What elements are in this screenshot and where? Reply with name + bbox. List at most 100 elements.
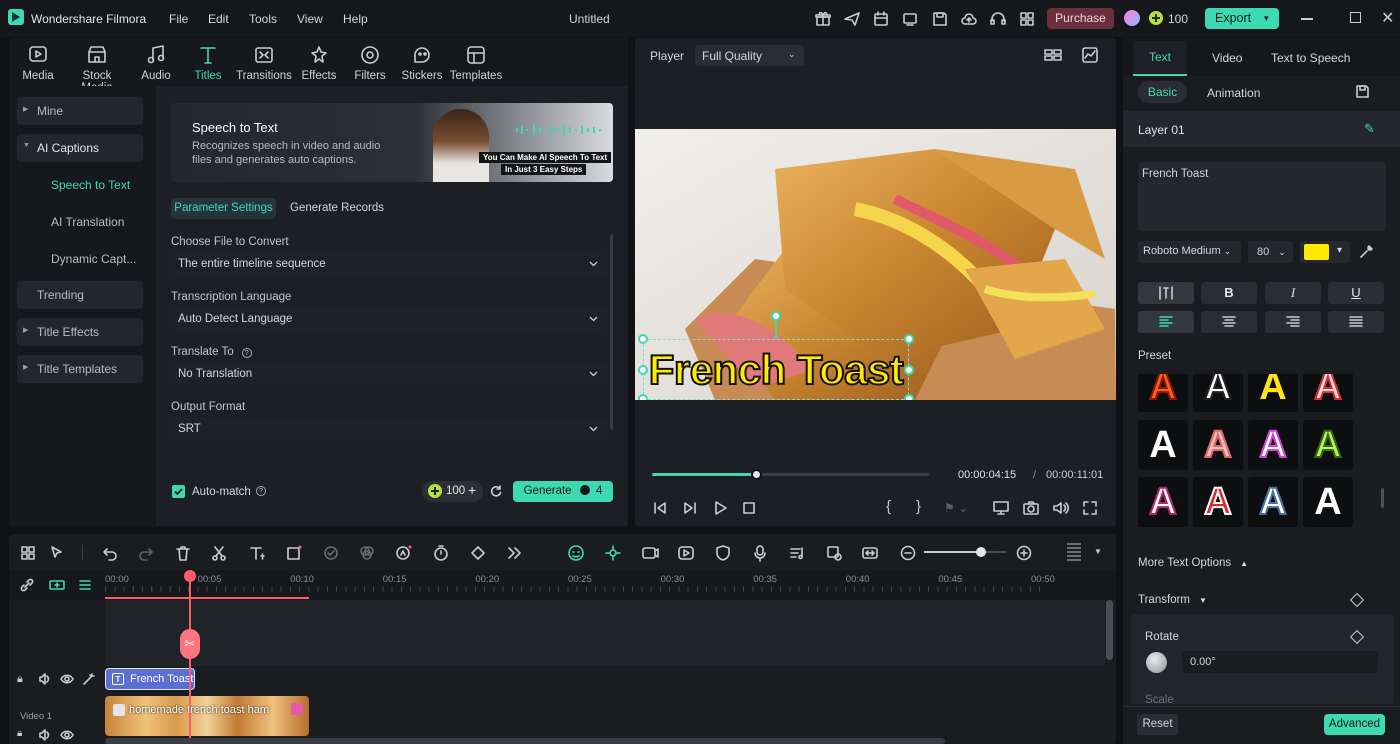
preset-item[interactable]: A [1248, 420, 1298, 470]
keyframe-tool-icon[interactable] [469, 544, 487, 562]
resize-handle-ml[interactable] [638, 365, 648, 375]
eyedropper-icon[interactable] [1359, 244, 1374, 259]
apps-grid-icon[interactable] [1018, 10, 1036, 28]
transform-toggle[interactable]: Transform ▼ [1138, 594, 1207, 606]
tab-text[interactable]: Text [1133, 41, 1187, 76]
fullscreen-icon[interactable] [1082, 500, 1098, 516]
eye-icon[interactable] [60, 672, 74, 686]
media-replace-icon[interactable] [825, 544, 843, 562]
zoom-in-icon[interactable] [1015, 544, 1033, 562]
tab-stickers[interactable]: Stickers [396, 44, 448, 82]
italic-button[interactable]: I [1265, 282, 1321, 304]
redo-icon[interactable] [137, 544, 155, 562]
export-button[interactable]: Export ▾ [1205, 8, 1279, 29]
tab-filters[interactable]: Filters [344, 44, 396, 82]
track-height-icon[interactable] [1067, 543, 1081, 561]
restore-icon[interactable] [1350, 12, 1361, 23]
sidebar-item-dynamic-captions[interactable]: Dynamic Capt... [17, 245, 143, 273]
text-tool-icon[interactable] [248, 544, 266, 562]
tab-transitions[interactable]: Transitions [236, 44, 292, 82]
lock-icon[interactable]: 🔒︎ [17, 728, 22, 739]
save-icon[interactable] [931, 10, 949, 28]
step-back-icon[interactable] [652, 500, 668, 516]
panel-scrollbar[interactable] [610, 234, 613, 430]
preset-item[interactable]: A [1193, 420, 1243, 470]
track-manager-icon[interactable] [77, 577, 93, 593]
layout-icon[interactable] [19, 544, 37, 562]
tab-media[interactable]: Media [12, 44, 64, 82]
align-center-button[interactable] [1201, 311, 1257, 333]
delete-icon[interactable] [174, 544, 192, 562]
subtab-animation[interactable]: Animation [1207, 86, 1260, 100]
sidebar-item-speech-to-text[interactable]: Speech to Text [17, 171, 143, 199]
rotate-handle[interactable] [771, 311, 781, 321]
tab-video[interactable]: Video [1212, 51, 1242, 65]
fit-width-icon[interactable] [861, 544, 879, 562]
menu-edit[interactable]: Edit [208, 12, 229, 26]
refresh-icon[interactable] [489, 484, 503, 498]
rotate-input[interactable]: 0.00° [1182, 651, 1378, 673]
magic-wand-icon[interactable] [82, 672, 96, 686]
subtab-basic[interactable]: Basic [1138, 81, 1187, 103]
mask-icon[interactable] [322, 544, 340, 562]
align-right-button[interactable] [1265, 311, 1321, 333]
speaker-icon[interactable] [38, 672, 52, 686]
speaker-icon[interactable] [38, 728, 52, 742]
lock-icon[interactable]: 🔒︎ [17, 673, 23, 686]
display-icon[interactable] [992, 500, 1010, 516]
undo-icon[interactable] [101, 544, 119, 562]
preset-item[interactable]: A [1303, 420, 1353, 470]
color-match-icon[interactable] [358, 544, 376, 562]
grid-view-icon[interactable] [1043, 47, 1063, 63]
scissors-icon[interactable] [210, 544, 228, 562]
preset-item[interactable]: A [1193, 374, 1243, 412]
audio-edit-icon[interactable] [788, 544, 806, 562]
preset-item[interactable]: A [1193, 477, 1243, 527]
rotate-dial[interactable] [1146, 652, 1167, 673]
avatar[interactable] [1124, 10, 1140, 26]
preset-item[interactable]: A [1303, 477, 1353, 527]
sidebar-item-title-templates[interactable]: ▶ Title Templates [17, 355, 143, 383]
video-preview[interactable]: French Toast [635, 129, 1116, 400]
video-clip[interactable]: homemade french toast ham [105, 696, 309, 736]
motion-track-icon[interactable] [604, 544, 622, 562]
tab-titles[interactable]: Titles [182, 44, 234, 82]
ai-tool-icon[interactable] [395, 544, 413, 562]
tab-audio[interactable]: Audio [130, 44, 182, 82]
auto-reframe-icon[interactable] [641, 544, 659, 562]
zoom-out-icon[interactable] [899, 544, 917, 562]
stop-icon[interactable] [741, 500, 757, 516]
headset-icon[interactable] [989, 10, 1007, 28]
font-select[interactable]: Roboto Medium ⌄ [1138, 241, 1241, 263]
marker-dropdown-icon[interactable]: ⚑ ⌄ [944, 501, 968, 515]
monitor-icon[interactable] [901, 10, 919, 28]
underline-button[interactable]: U [1328, 282, 1384, 304]
reset-button[interactable]: Reset [1137, 714, 1178, 735]
save-preset-icon[interactable] [1355, 84, 1370, 99]
preset-item[interactable]: A [1248, 477, 1298, 527]
split-scissors-icon[interactable]: ✂ [180, 629, 200, 659]
automatch-checkbox[interactable] [172, 485, 185, 498]
calendar-icon[interactable] [872, 10, 890, 28]
language-select[interactable]: Auto Detect Language [171, 308, 607, 330]
format-select[interactable]: SRT [171, 418, 607, 440]
more-text-options-toggle[interactable]: More Text Options ▲ [1138, 557, 1248, 569]
menu-view[interactable]: View [297, 12, 323, 26]
add-track-icon[interactable] [48, 577, 66, 593]
waveform-monitor-icon[interactable] [1081, 46, 1099, 64]
resize-handle-br[interactable] [904, 394, 914, 400]
quality-select[interactable]: Full Quality ⌄ [695, 45, 804, 66]
select-tool-icon[interactable] [48, 544, 66, 562]
close-icon[interactable]: ✕ [1381, 8, 1394, 28]
help-icon[interactable]: ? [256, 486, 266, 496]
text-content-input[interactable]: French Toast [1138, 162, 1386, 231]
bold-button[interactable]: B [1201, 282, 1257, 304]
resize-handle-bl[interactable] [638, 394, 648, 400]
preset-item[interactable]: A [1138, 374, 1188, 412]
more-tools-icon[interactable] [505, 544, 523, 562]
sidebar-item-mine[interactable]: ▶ Mine [17, 97, 143, 125]
title-clip[interactable]: T French Toast [105, 668, 195, 690]
mark-out-icon[interactable]: } [916, 498, 921, 515]
sidebar-item-ai-captions[interactable]: ▼ AI Captions [17, 134, 143, 162]
snapshot-camera-icon[interactable] [1022, 500, 1040, 516]
